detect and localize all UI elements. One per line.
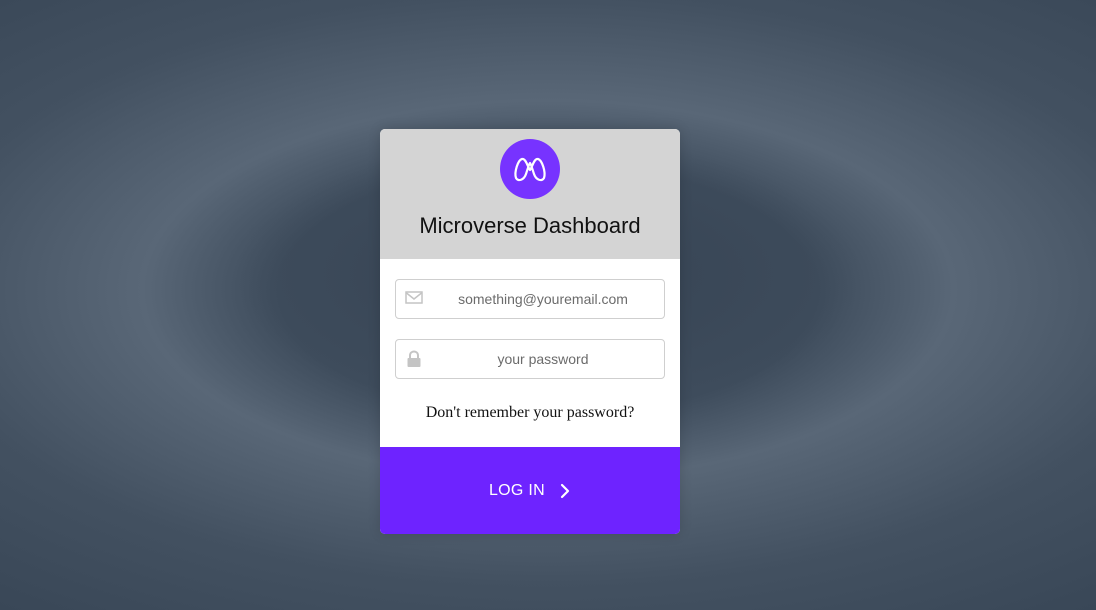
logo [500, 139, 560, 199]
page-title: Microverse Dashboard [419, 213, 641, 238]
login-card-header: Microverse Dashboard [380, 129, 680, 259]
password-field-wrapper [395, 339, 665, 379]
login-card: Microverse Dashboard Don't remember your… [380, 129, 680, 534]
microverse-logo-icon [514, 157, 546, 182]
login-button-label: LOG IN [488, 481, 546, 499]
envelope-icon [405, 290, 423, 308]
login-button[interactable]: LOG IN [380, 447, 680, 534]
forgot-password-link[interactable]: Don't remember your password? [380, 404, 680, 422]
email-field-wrapper [395, 279, 665, 319]
lock-icon [405, 350, 423, 368]
chevron-right-icon [559, 483, 571, 499]
email-input[interactable] [430, 280, 656, 318]
password-input[interactable] [430, 340, 656, 378]
